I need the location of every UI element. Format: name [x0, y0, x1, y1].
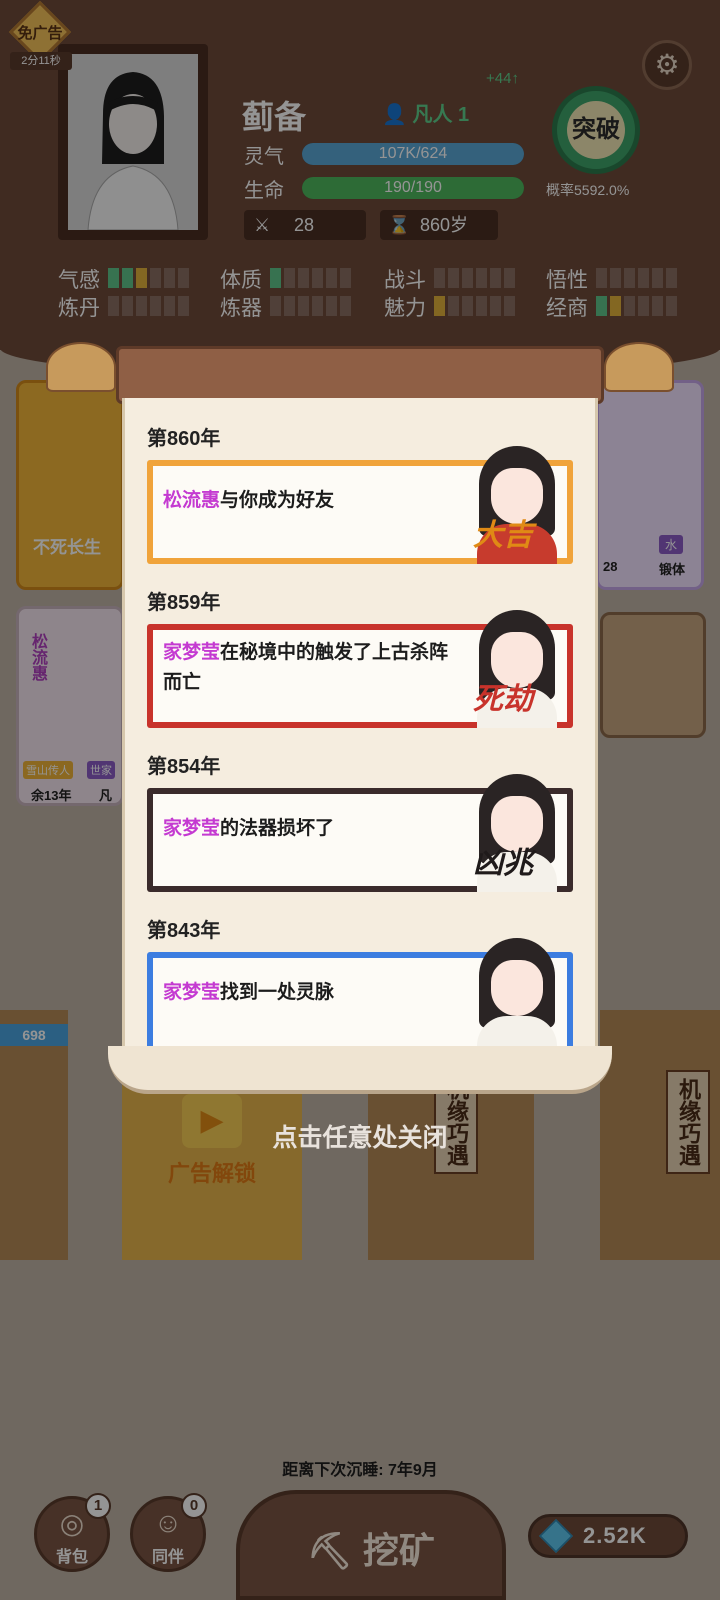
event-year: 第843年: [147, 920, 221, 942]
event-person: 松流惠: [163, 490, 221, 511]
event-text: 松流惠与你成为好友: [163, 486, 463, 516]
event-description: 找到一处灵脉: [220, 982, 335, 1003]
event-card[interactable]: 家梦莹在秘境中的触发了上古杀阵而亡 死劫: [147, 610, 573, 728]
event-year: 第854年: [147, 756, 221, 778]
event-card[interactable]: 家梦莹的法器损坏了 凶兆: [147, 774, 573, 892]
scroll-ornament-left: [46, 342, 116, 392]
event-log-scroll[interactable]: 第860年 松流惠与你成为好友 大吉 第859年 家梦莹在秘境中的触发了上古杀阵…: [46, 342, 674, 1094]
scroll-ornament-right: [604, 342, 674, 392]
event-person: 家梦莹: [163, 642, 221, 663]
event-year: 第860年: [147, 428, 221, 450]
event-card[interactable]: 松流惠与你成为好友 大吉: [147, 446, 573, 564]
event-person: 家梦莹: [163, 818, 221, 839]
event-omen-tag: 大吉: [473, 519, 533, 552]
event-year: 第859年: [147, 592, 221, 614]
event-text: 家梦莹的法器损坏了: [163, 814, 463, 844]
event-description: 的法器损坏了: [220, 818, 335, 839]
event-person: 家梦莹: [163, 982, 221, 1003]
event-omen-tag: 死劫: [473, 683, 533, 716]
event-log-paper[interactable]: 第860年 松流惠与你成为好友 大吉 第859年 家梦莹在秘境中的触发了上古杀阵…: [122, 398, 598, 1058]
event-text: 家梦莹在秘境中的触发了上古杀阵而亡: [163, 638, 463, 698]
scroll-curl: [108, 1046, 612, 1094]
scroll-rod: [116, 346, 604, 404]
event-portrait-icon: [469, 938, 565, 1056]
event-omen-tag: 凶兆: [473, 847, 533, 880]
close-hint: 点击任意处关闭: [272, 1124, 448, 1152]
event-text: 家梦莹找到一处灵脉: [163, 978, 463, 1008]
event-card[interactable]: 家梦莹找到一处灵脉: [147, 938, 573, 1056]
event-description: 与你成为好友: [220, 490, 335, 511]
